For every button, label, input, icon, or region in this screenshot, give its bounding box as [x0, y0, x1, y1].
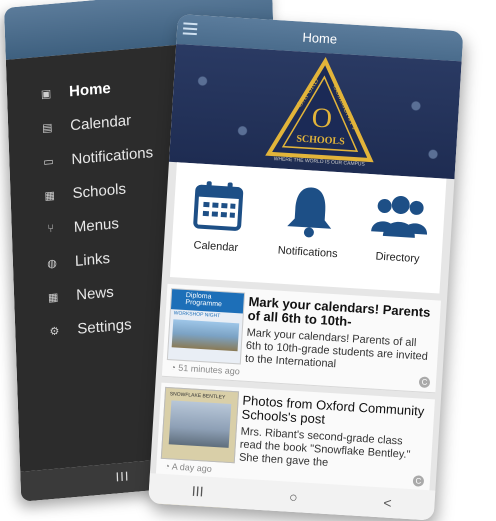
- drawer-item-label: Settings: [77, 315, 132, 338]
- bell-icon: [287, 187, 332, 238]
- notifications-button[interactable]: Notifications: [267, 178, 352, 261]
- home-button[interactable]: ○: [289, 489, 298, 505]
- recent-apps-button[interactable]: III: [191, 483, 204, 500]
- directory-button[interactable]: Directory: [357, 184, 442, 267]
- calendar-icon: ▤: [41, 121, 53, 135]
- quick-links: Calendar Notifications Directory: [169, 162, 447, 294]
- feed-thumbnail: SNOWFLAKE BENTLEY: [160, 386, 240, 464]
- calendar-button[interactable]: Calendar: [176, 172, 261, 255]
- notifications-icon: ▭: [43, 155, 54, 169]
- back-button[interactable]: <: [383, 494, 392, 510]
- drawer-item-label: Calendar: [69, 111, 132, 134]
- feed-body: Mrs. Ribant's second-grade class read th…: [238, 425, 411, 469]
- links-icon: ◍: [47, 257, 58, 270]
- drawer-item-label: News: [75, 283, 114, 304]
- recent-apps-button[interactable]: III: [115, 468, 129, 484]
- source-icon: C: [412, 475, 425, 487]
- drawer-item-label: Menus: [73, 214, 120, 236]
- drawer-item-label: Home: [68, 79, 112, 100]
- people-icon: [371, 195, 427, 238]
- schools-icon: ▦: [44, 189, 56, 203]
- banner-image: OXFORD COMMUNITY O SCHOOLS WHERE THE WOR…: [168, 43, 462, 180]
- feed-item[interactable]: Diploma Programme WORKSHOP NIGHT Mark yo…: [161, 283, 441, 394]
- right-phone: Home OXFORD COMMUNITY O SCHOOLS WHERE TH…: [148, 14, 464, 521]
- school-logo: OXFORD COMMUNITY O SCHOOLS WHERE THE WOR…: [265, 56, 374, 168]
- home-icon: ▣: [40, 87, 52, 101]
- page-title: Home: [302, 29, 338, 47]
- drawer-item-label: Notifications: [71, 143, 154, 168]
- feed-body: Mark your calendars! Parents of all 6th …: [244, 326, 429, 371]
- feed-timestamp: ◔ 51 minutes ago: [170, 362, 241, 377]
- calendar-icon: [193, 181, 244, 231]
- feed-thumbnail: Diploma Programme WORKSHOP NIGHT: [166, 288, 246, 365]
- calendar-label: Calendar: [193, 239, 239, 255]
- drawer-item-label: Links: [74, 249, 111, 270]
- source-icon: C: [418, 376, 431, 389]
- notifications-label: Notifications: [277, 244, 338, 261]
- svg-text:O: O: [311, 102, 333, 134]
- settings-icon: ⚙: [49, 324, 60, 338]
- menus-icon: ⑂: [47, 222, 55, 236]
- feed-timestamp: ◔ A day ago: [164, 461, 213, 474]
- drawer-item-label: Schools: [72, 179, 127, 202]
- menu-icon[interactable]: [182, 22, 198, 38]
- directory-label: Directory: [375, 250, 420, 266]
- news-icon: ▦: [47, 290, 59, 304]
